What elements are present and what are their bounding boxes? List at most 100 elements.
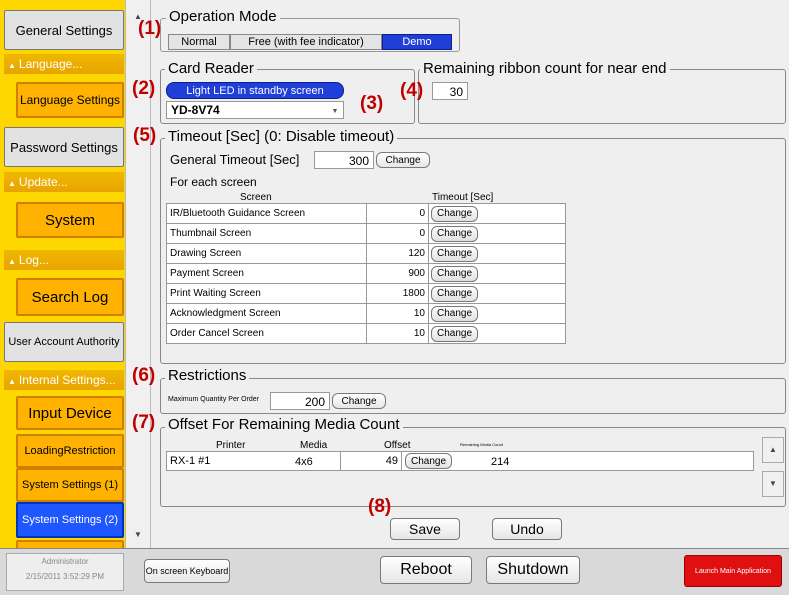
marker-6: (6) [132, 365, 156, 386]
timeout-screen-name: Acknowledgment Screen [166, 303, 367, 324]
sidebar-category-label: Language... [18, 57, 83, 71]
timeout-value-input[interactable]: 1800 [366, 283, 429, 304]
timeout-value-input[interactable]: 0 [366, 203, 429, 224]
launch-main-application-button[interactable]: Launch Main Application [684, 555, 782, 587]
reboot-button[interactable]: Reboot [380, 556, 472, 584]
offset-row[interactable]: RX-1 #1 4x6 49 Change 214 [166, 451, 754, 471]
timeout-change-cell: Change [428, 223, 566, 244]
scroll-down-icon[interactable]: ▼ [131, 530, 145, 542]
sidebar-item-password-settings[interactable]: Password Settings [4, 127, 124, 167]
timeout-change-button[interactable]: Change [431, 285, 479, 302]
offset-change-button[interactable]: Change [405, 453, 453, 469]
marker-7: (7) [132, 412, 156, 433]
marker-8: (8) [368, 496, 392, 517]
bottom-bar: Administrator 2/15/2011 3:52:29 PM On sc… [0, 548, 789, 595]
dropdown-arrow-icon: ▼ [331, 108, 339, 115]
timeout-change-button[interactable]: Change [431, 265, 479, 282]
timeout-screen-name: Drawing Screen [166, 243, 367, 264]
timeout-screen-name: Print Waiting Screen [166, 283, 367, 304]
timeout-screen-name: Order Cancel Screen [166, 323, 367, 344]
restrictions-title: Restrictions [165, 367, 250, 384]
ribbon-count-input[interactable]: 30 [432, 82, 468, 100]
sidebar-category-update[interactable]: ▲ Update... [4, 172, 124, 192]
max-quantity-input[interactable]: 200 [270, 392, 330, 410]
timeout-change-button[interactable]: Change [431, 225, 479, 242]
sidebar-item-loading-restriction[interactable]: LoadingRestriction [16, 434, 124, 468]
timeout-row: Order Cancel Screen 10 Change [166, 323, 566, 344]
offset-scroll-down-icon[interactable]: ▼ [762, 471, 784, 497]
user-name: Administrator [41, 557, 89, 566]
timeout-screen-name: IR/Bluetooth Guidance Screen [166, 203, 367, 224]
marker-4: (4) [400, 80, 424, 101]
offset-printer: RX-1 #1 [170, 455, 211, 467]
mode-free-button[interactable]: Free (with fee indicator) [230, 34, 382, 50]
timeout-value-input[interactable]: 10 [366, 303, 429, 324]
ribbon-panel [418, 69, 786, 124]
on-screen-keyboard-button[interactable]: On screen Keyboard [144, 559, 230, 583]
offset-media: 4x6 [295, 456, 313, 468]
timeout-value-input[interactable]: 10 [366, 323, 429, 344]
sidebar-item-general-settings[interactable]: General Settings [4, 10, 124, 50]
for-each-screen-label: For each screen [170, 175, 257, 189]
timeout-value-input[interactable]: 900 [366, 263, 429, 284]
sidebar-item-search-log[interactable]: Search Log [16, 278, 124, 316]
operation-mode-title: Operation Mode [166, 8, 280, 25]
sidebar-category-label: Internal Settings... [18, 373, 116, 387]
timeout-value-input[interactable]: 120 [366, 243, 429, 264]
card-reader-model-value: YD-8V74 [171, 103, 220, 117]
sidebar-item-input-device[interactable]: Input Device [16, 396, 124, 430]
general-timeout-input[interactable]: 300 [314, 151, 374, 169]
offset-scroll-up-icon[interactable]: ▲ [762, 437, 784, 463]
col-timeout-header: Timeout [Sec] [432, 192, 494, 203]
timeout-change-cell: Change [428, 203, 566, 224]
offset-value-input[interactable]: 49 [340, 452, 402, 470]
timeout-table: IR/Bluetooth Guidance Screen 0 Change Thumb… [166, 203, 566, 344]
marker-2: (2) [132, 78, 156, 99]
sidebar-item-system-settings-2[interactable]: System Settings (2) [16, 502, 124, 538]
mode-demo-button[interactable]: Demo [382, 34, 452, 50]
save-button[interactable]: Save [390, 518, 460, 540]
sidebar-category-language[interactable]: ▲ Language... [4, 54, 124, 74]
col-printer-header: Printer [216, 440, 246, 451]
timeout-change-cell: Change [428, 323, 566, 344]
datetime: 2/15/2011 3:52:29 PM [25, 572, 105, 581]
timeout-row: IR/Bluetooth Guidance Screen 0 Change [166, 203, 566, 224]
sidebar-item-system-settings-1[interactable]: System Settings (1) [16, 468, 124, 502]
timeout-row: Thumbnail Screen 0 Change [166, 223, 566, 244]
light-led-button[interactable]: Light LED in standby screen [166, 82, 344, 99]
marker-3: (3) [360, 93, 384, 114]
offset-remaining: 214 [491, 456, 510, 468]
shutdown-button[interactable]: Shutdown [486, 556, 580, 584]
general-timeout-label: General Timeout [Sec] [170, 152, 300, 167]
undo-button[interactable]: Undo [492, 518, 562, 540]
offset-title: Offset For Remaining Media Count [165, 416, 403, 433]
sidebar-item-language-settings[interactable]: Language Settings [16, 82, 124, 118]
timeout-change-cell: Change [428, 243, 566, 264]
col-remaining-header: Remaining Media Count [460, 442, 503, 447]
col-screen-header: Screen [240, 192, 272, 203]
timeout-row: Acknowledgment Screen 10 Change [166, 303, 566, 324]
chevron-up-icon: ▲ [8, 61, 16, 70]
timeout-change-button[interactable]: Change [431, 205, 479, 222]
col-media-header: Media [300, 440, 328, 451]
user-info-box: Administrator 2/15/2011 3:52:29 PM [6, 553, 124, 591]
general-timeout-change-button[interactable]: Change [376, 152, 430, 168]
sidebar-category-label: Log... [18, 253, 49, 267]
timeout-change-button[interactable]: Change [431, 245, 479, 262]
timeout-change-cell: Change [428, 263, 566, 284]
mode-normal-button[interactable]: Normal [168, 34, 230, 50]
timeout-change-button[interactable]: Change [431, 325, 479, 342]
col-offset-header: Offset [384, 440, 411, 451]
sidebar-item-partial[interactable] [16, 540, 124, 548]
card-reader-model-select[interactable]: YD-8V74 ▼ [166, 101, 344, 119]
sidebar-item-user-account-authority[interactable]: User Account Authority [4, 322, 124, 362]
ribbon-title: Remaining ribbon count for near end [420, 60, 670, 77]
timeout-change-button[interactable]: Change [431, 305, 479, 322]
sidebar-category-internal-settings[interactable]: ▲ Internal Settings... [4, 370, 124, 390]
chevron-up-icon: ▲ [8, 377, 16, 386]
sidebar-item-system[interactable]: System [16, 202, 124, 238]
timeout-row: Print Waiting Screen 1800 Change [166, 283, 566, 304]
sidebar-category-log[interactable]: ▲ Log... [4, 250, 124, 270]
restrictions-change-button[interactable]: Change [332, 393, 386, 409]
timeout-value-input[interactable]: 0 [366, 223, 429, 244]
